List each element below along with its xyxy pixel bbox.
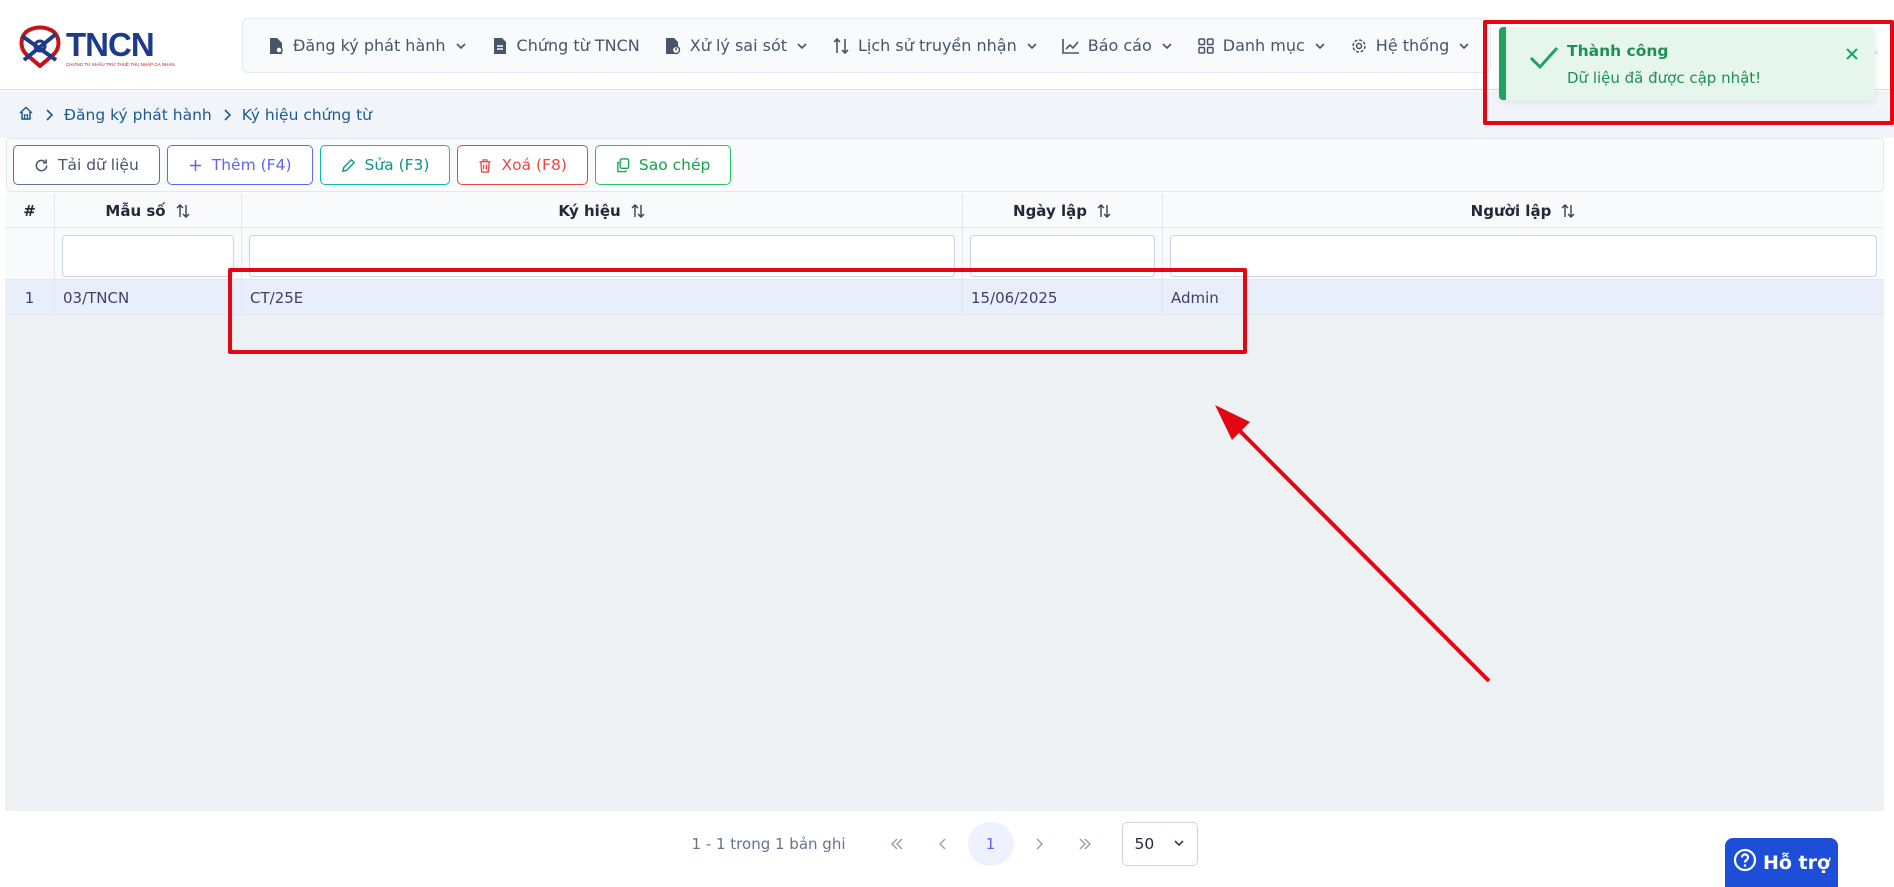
edit-button[interactable]: Sửa (F3) (319, 145, 451, 185)
chevron-down-icon (1314, 40, 1326, 52)
column-header-nguoi-lap[interactable]: Người lập (1163, 193, 1884, 228)
chevron-down-icon (1026, 40, 1038, 52)
file-settings-icon (267, 37, 285, 55)
breadcrumb-item[interactable]: Đăng ký phát hành (64, 106, 212, 124)
pencil-icon (341, 158, 356, 173)
reload-label: Tải dữ liệu (58, 156, 139, 174)
column-header-index: # (5, 193, 55, 228)
refresh-icon (34, 158, 49, 173)
nav-danh-muc[interactable]: Danh mục (1185, 19, 1338, 72)
breadcrumb-current: Ký hiệu chứng từ (241, 105, 372, 124)
chart-line-icon (1061, 37, 1080, 55)
column-label: Mẫu số (105, 201, 166, 220)
column-label: # (23, 201, 36, 220)
copy-label: Sao chép (638, 156, 711, 174)
chevron-down-icon (1173, 835, 1185, 853)
cell-mau-so: 03/TNCN (55, 280, 242, 315)
chevron-right-icon (222, 108, 232, 122)
nav-he-thong[interactable]: Hệ thống (1338, 19, 1482, 72)
chevron-down-icon (455, 40, 467, 52)
edit-label: Sửa (F3) (364, 156, 430, 174)
nav-label: Chứng từ TNCN (516, 36, 640, 55)
nav-bao-cao[interactable]: Báo cáo (1050, 19, 1185, 72)
table-header: # Mẫu số Ký hiệu Ngày lập Người lập (5, 193, 1884, 228)
brand-name: TNCN (66, 26, 155, 63)
grid-icon (1197, 37, 1215, 55)
nav-xu-ly-sai-sot[interactable]: Xử lý sai sót (652, 19, 820, 72)
file-error-icon (664, 37, 682, 55)
next-page-button[interactable] (1016, 822, 1062, 866)
filter-cell-index (5, 228, 55, 280)
chevron-right-icon (44, 108, 54, 122)
nav-label: Báo cáo (1087, 36, 1152, 55)
plus-icon (188, 158, 203, 173)
copy-button[interactable]: Sao chép (594, 145, 732, 185)
filter-cell (55, 228, 242, 280)
annotation-highlight-toast (1483, 20, 1894, 125)
add-button[interactable]: Thêm (F4) (166, 145, 313, 185)
filter-mau-so-input[interactable] (62, 235, 234, 277)
column-header-ngay-lap[interactable]: Ngày lập (963, 193, 1163, 228)
delete-label: Xoá (F8) (501, 156, 567, 174)
chevron-down-icon (796, 40, 808, 52)
page-button-current[interactable]: 1 (967, 821, 1014, 866)
app-logo[interactable]: TNCN CHỨNG TỪ KHẤU TRỪ THUẾ THU NHẬP CÁ … (16, 24, 181, 68)
nav-lich-su-truyen-nhan[interactable]: Lịch sử truyền nhận (820, 19, 1050, 72)
nav-label: Danh mục (1222, 36, 1305, 55)
gear-icon (1350, 37, 1368, 55)
page-size-value: 50 (1134, 834, 1155, 853)
chevron-right-icon (1035, 837, 1043, 850)
nav-dang-ky-phat-hanh[interactable]: Đăng ký phát hành (243, 19, 479, 72)
question-circle-icon (1733, 848, 1757, 877)
column-label: Người lập (1470, 201, 1552, 220)
nav-chung-tu-tncn[interactable]: Chứng từ TNCN (479, 19, 652, 72)
column-header-mau-so[interactable]: Mẫu số (55, 193, 242, 228)
nav-label: Xử lý sai sót (689, 36, 788, 55)
column-label: Ký hiệu (558, 201, 621, 220)
chevron-left-icon (938, 837, 946, 850)
sort-icon[interactable] (1560, 203, 1576, 219)
home-icon[interactable] (18, 105, 34, 125)
column-label: Ngày lập (1013, 201, 1087, 220)
sort-icon[interactable] (1096, 203, 1112, 219)
logo-mark-icon (19, 25, 61, 68)
first-page-button[interactable] (874, 822, 920, 866)
filter-nguoi-lap-input[interactable] (1170, 235, 1877, 277)
chevrons-left-icon (890, 837, 903, 850)
delete-button[interactable]: Xoá (F8) (457, 145, 588, 185)
pagination-info: 1 - 1 trong 1 bản ghi (691, 834, 846, 853)
nav-label: Hệ thống (1375, 36, 1450, 55)
copy-icon (616, 157, 630, 173)
pagination: 1 - 1 trong 1 bản ghi 1 50 (5, 811, 1884, 876)
annotation-highlight-row (228, 268, 1247, 354)
chevrons-right-icon (1078, 837, 1091, 850)
nav-label: Đăng ký phát hành (293, 36, 446, 55)
add-label: Thêm (F4) (211, 156, 292, 174)
cell-index: 1 (5, 280, 55, 315)
sort-icon[interactable] (630, 203, 646, 219)
sort-icon[interactable] (175, 203, 191, 219)
help-label: Hỗ trợ (1762, 851, 1831, 874)
help-button[interactable]: Hỗ trợ (1725, 838, 1838, 887)
page-size-select[interactable]: 50 (1121, 821, 1198, 866)
brand-tagline: CHỨNG TỪ KHẤU TRỪ THUẾ THU NHẬP CÁ NHÂN (66, 62, 175, 67)
last-page-button[interactable] (1062, 822, 1108, 866)
cell-nguoi-lap: Admin (1171, 288, 1219, 307)
chevron-down-icon (1161, 40, 1173, 52)
prev-page-button[interactable] (920, 822, 966, 866)
main-nav: Đăng ký phát hành Chứng từ TNCN Xử lý sa… (242, 18, 1491, 73)
arrows-up-down-icon (832, 37, 850, 55)
column-header-ky-hieu[interactable]: Ký hiệu (242, 193, 963, 228)
file-document-icon (491, 37, 509, 55)
nav-label: Lịch sử truyền nhận (858, 36, 1017, 55)
trash-icon (478, 158, 492, 173)
toolbar: Tải dữ liệu Thêm (F4) Sửa (F3) Xoá (F8) … (6, 138, 1884, 192)
chevron-down-icon (1458, 40, 1470, 52)
reload-button[interactable]: Tải dữ liệu (13, 145, 160, 185)
filter-cell (1163, 228, 1884, 280)
